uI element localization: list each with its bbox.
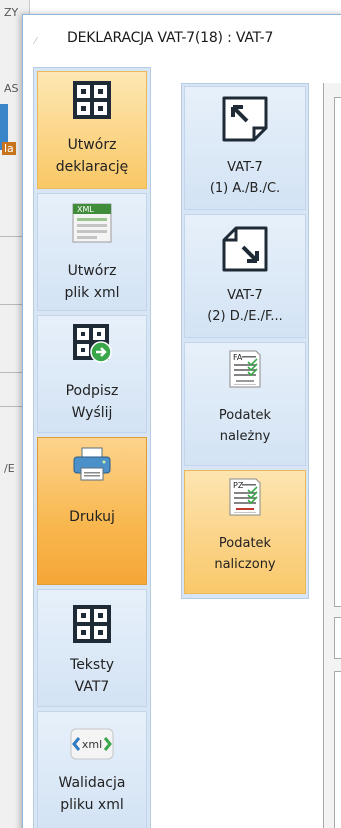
page-arrow-up-left-icon xyxy=(222,96,268,142)
create-xml-label: plik xml xyxy=(64,285,120,301)
vat7-part2-label: (2) D./E./F... xyxy=(207,309,283,324)
invoice-fa-icon: FA xyxy=(229,350,261,388)
declaration-window: ⁄ DEKLARACJA VAT-7(18) : VAT-7 Utwórz de… xyxy=(22,14,341,828)
background-text: AS xyxy=(4,82,19,95)
printer-icon xyxy=(73,447,111,481)
background-text: /E xyxy=(4,462,15,475)
app-icon: ⁄ xyxy=(35,36,37,47)
tax-input-label: Podatek xyxy=(218,536,272,551)
tax-input-button[interactable]: PZ Podatek naliczony xyxy=(184,470,306,594)
grid-icon xyxy=(73,81,111,119)
tax-due-label: Podatek xyxy=(218,408,272,423)
tax-due-button[interactable]: FA Podatek należny xyxy=(184,342,306,466)
validate-xml-label: pliku xml xyxy=(60,797,124,813)
grid-send-icon xyxy=(73,324,112,363)
create-xml-label: Utwórz xyxy=(67,263,117,279)
texts-vat7-label: Teksty xyxy=(70,657,114,673)
create-declaration-button[interactable]: Utwórz deklarację xyxy=(37,71,147,189)
vat7-part2-button[interactable]: VAT-7 (2) D./E./F... xyxy=(184,214,306,338)
sign-send-label: Wyślij xyxy=(71,405,113,421)
title-bar[interactable]: ⁄ DEKLARACJA VAT-7(18) : VAT-7 xyxy=(23,15,341,65)
invoice-fa-icon-text: FA xyxy=(233,353,243,362)
form-area[interactable] xyxy=(334,97,341,607)
form-field[interactable] xyxy=(334,617,341,659)
ribbon-sections: VAT-7 (1) A./B./C. VAT-7 (2) D./E./F... … xyxy=(181,83,309,599)
tax-input-label: naliczony xyxy=(214,557,276,572)
xml-badge-icon: xml xyxy=(70,728,114,760)
window-title: DEKLARACJA VAT-7(18) : VAT-7 xyxy=(67,30,274,46)
screen: ZY AS la /E ⁄ DEKLARACJA VAT-7(18) : VAT… xyxy=(0,0,341,828)
tax-due-label: należny xyxy=(219,429,271,444)
vat7-part2-label: VAT-7 xyxy=(227,288,263,303)
texts-vat7-button[interactable]: Teksty VAT7 xyxy=(37,589,147,707)
validate-xml-button[interactable]: xml Walidacja pliku xml xyxy=(37,711,147,828)
page-arrow-down-right-icon xyxy=(222,226,268,272)
print-button[interactable]: Drukuj xyxy=(37,437,147,585)
xml-badge-icon-text: xml xyxy=(82,738,102,751)
create-declaration-label: Utwórz xyxy=(67,137,117,153)
form-area-lower[interactable] xyxy=(334,671,341,828)
xml-file-icon-text: XML xyxy=(77,205,94,214)
create-declaration-label: deklarację xyxy=(55,159,129,175)
grid-icon xyxy=(73,605,111,643)
vat7-part1-label: (1) A./B./C. xyxy=(209,181,281,196)
content-panel xyxy=(323,83,341,828)
vat7-part1-label: VAT-7 xyxy=(227,160,263,175)
ribbon-actions: Utwórz deklarację XML Utwórz plik xml Po… xyxy=(33,67,151,828)
create-xml-button[interactable]: XML Utwórz plik xml xyxy=(37,193,147,311)
background-text: la xyxy=(2,142,16,155)
invoice-pz-icon: PZ xyxy=(229,478,261,516)
sign-send-label: Podpisz xyxy=(65,383,119,399)
sign-send-button[interactable]: Podpisz Wyślij xyxy=(37,315,147,433)
print-label: Drukuj xyxy=(69,509,115,525)
texts-vat7-label: VAT7 xyxy=(74,679,110,695)
validate-xml-label: Walidacja xyxy=(58,775,126,791)
vat7-part1-button[interactable]: VAT-7 (1) A./B./C. xyxy=(184,86,306,210)
xml-file-icon: XML xyxy=(72,203,112,243)
background-text: ZY xyxy=(4,6,19,19)
